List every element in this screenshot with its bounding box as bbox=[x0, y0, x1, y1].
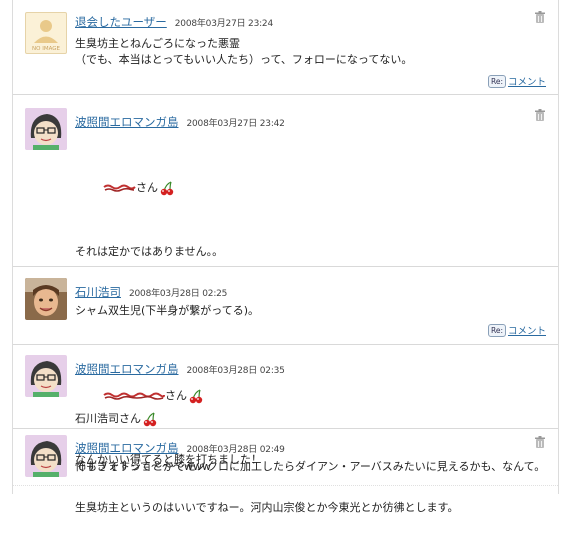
no-image-caption: NO IMAGE bbox=[32, 46, 60, 52]
comment-header: 波照間エロマンガ島 2008年03月27日 23:42 bbox=[75, 111, 285, 129]
comment-date: 2008年03月27日 23:24 bbox=[174, 19, 273, 29]
trash-icon[interactable] bbox=[534, 11, 546, 24]
comment-item: 波照間エロマンガ島 2008年03月28日 02:49 でもフォトショとかでモノク… bbox=[13, 429, 558, 494]
comment-body: シャム双生児(下半身が繋がってる)。 bbox=[75, 303, 259, 319]
comment-line: シャム双生児(下半身が繋がってる)。 bbox=[75, 304, 260, 317]
comment-date: 2008年03月28日 02:35 bbox=[186, 366, 285, 376]
comment-item: 石川浩司 2008年03月28日 02:25 シャム双生児(下半身が繋がってる)。… bbox=[13, 267, 558, 343]
comment-header: 石川浩司 2008年03月28日 02:25 bbox=[75, 281, 228, 299]
reply-label: コメント bbox=[507, 77, 546, 88]
mention-line: 石川浩司さん bbox=[75, 411, 211, 427]
cartoon-face-icon bbox=[25, 108, 67, 150]
comment-date: 2008年03月28日 02:25 bbox=[129, 289, 228, 299]
user-silhouette-icon: NO IMAGE bbox=[32, 20, 61, 52]
reply-button[interactable]: Re: コメント bbox=[487, 323, 546, 337]
cherry-icon bbox=[160, 181, 174, 196]
comment-author-link[interactable]: 波照間エロマンガ島 bbox=[75, 441, 179, 455]
comment-line: （でも、本当はとってもいい人たち）って、フォローになってない。 bbox=[75, 53, 413, 66]
photo-avatar-icon bbox=[25, 278, 67, 320]
user-avatar[interactable] bbox=[25, 278, 67, 320]
comment-body: 生臭坊主とねんごろになった悪霊 （でも、本当はとってもいい人たち）って、フォロー… bbox=[75, 36, 412, 68]
comment-date: 2008年03月28日 02:49 bbox=[186, 445, 285, 455]
comment-date: 2008年03月27日 23:42 bbox=[186, 119, 285, 129]
comment-line: でもフォトショとかでモノクロに加工したらダイアン・アーバスみたいに見えるかも、な… bbox=[75, 460, 546, 473]
comment-item: 波照間エロマンガ島 2008年03月27日 23:42 さん それは定かではあり… bbox=[13, 95, 558, 514]
comment-author-link[interactable]: 波照間エロマンガ島 bbox=[75, 362, 179, 376]
reply-button[interactable]: Re: コメント bbox=[487, 74, 546, 88]
comment-list: NO IMAGE 退会したユーザー 2008年03月27日 23:24 生臭坊主と… bbox=[12, 0, 559, 514]
cherry-icon bbox=[143, 412, 157, 427]
comment-body: でもフォトショとかでモノクロに加工したらダイアン・アーバスみたいに見えるかも、な… bbox=[75, 459, 545, 475]
trash-icon[interactable] bbox=[534, 109, 546, 122]
comment-author-link[interactable]: 退会したユーザー bbox=[75, 15, 167, 29]
trash-icon[interactable] bbox=[534, 436, 546, 449]
comment-line: それは定かではありません。。 bbox=[75, 245, 224, 258]
user-avatar[interactable] bbox=[25, 355, 67, 397]
comment-item: 波照間エロマンガ島 2008年03月28日 02:35 石川浩司さん 怖すぎですっ… bbox=[13, 345, 558, 473]
comment-author-link[interactable]: 石川浩司 bbox=[75, 285, 121, 299]
user-avatar[interactable] bbox=[25, 108, 67, 150]
reply-icon: Re: bbox=[487, 323, 506, 337]
comment-header: 波照間エロマンガ島 2008年03月28日 02:35 bbox=[75, 358, 285, 376]
user-avatar[interactable] bbox=[25, 435, 67, 477]
comment-line: 生臭坊主とねんごろになった悪霊 bbox=[75, 37, 240, 50]
comment-item: NO IMAGE 退会したユーザー 2008年03月27日 23:24 生臭坊主と… bbox=[13, 0, 558, 93]
comment-header: 退会したユーザー 2008年03月27日 23:24 bbox=[75, 11, 273, 29]
comment-header: 波照間エロマンガ島 2008年03月28日 02:49 bbox=[75, 437, 285, 455]
cartoon-face-icon bbox=[25, 435, 67, 477]
comment-separator bbox=[13, 485, 558, 486]
mention-suffix: さん bbox=[135, 181, 158, 194]
reply-icon: Re: bbox=[487, 74, 506, 88]
comment-author-link[interactable]: 波照間エロマンガ島 bbox=[75, 115, 179, 129]
reply-label: コメント bbox=[507, 326, 546, 337]
mention-name: 石川浩司さん bbox=[75, 412, 141, 425]
cartoon-face-icon bbox=[25, 355, 67, 397]
redacted-name-scribble bbox=[103, 184, 136, 192]
mention-line: さん bbox=[75, 164, 458, 212]
no-image-avatar[interactable]: NO IMAGE bbox=[25, 12, 67, 54]
